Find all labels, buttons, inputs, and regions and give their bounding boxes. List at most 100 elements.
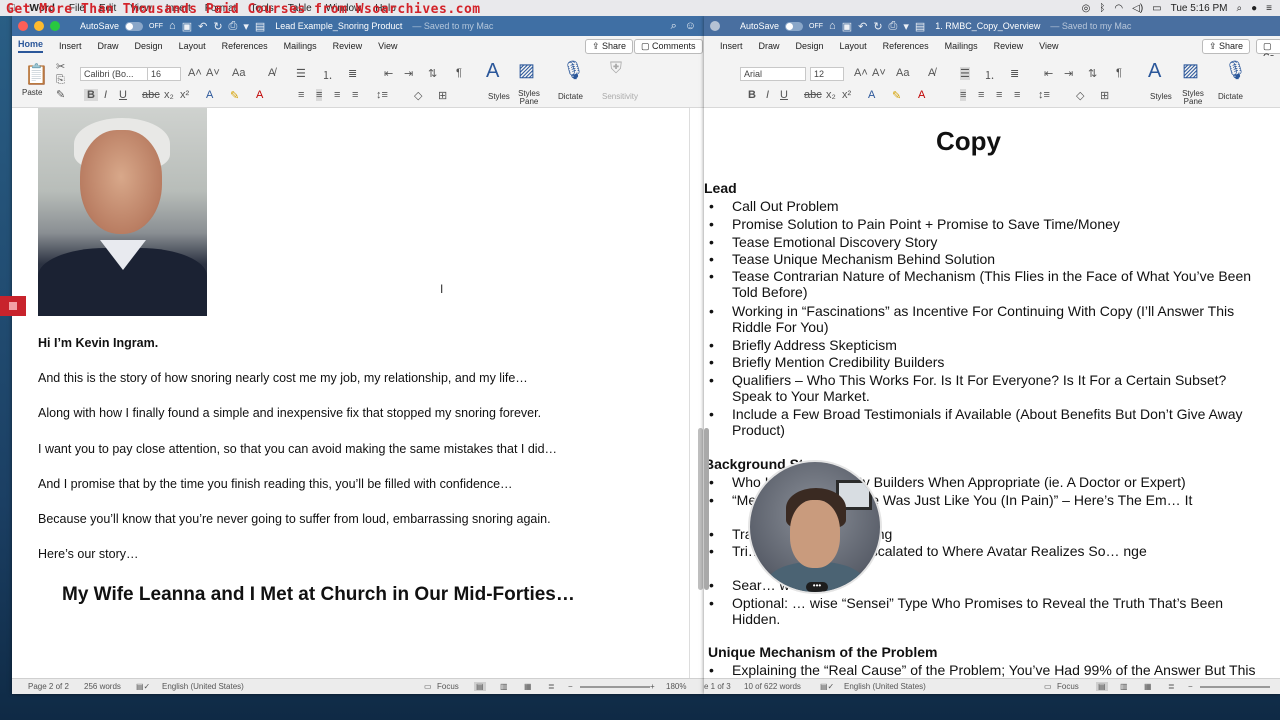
- grow-font-icon[interactable]: A˄: [854, 67, 868, 79]
- draft-view-icon[interactable]: ≣: [548, 682, 555, 691]
- borders-icon[interactable]: ⊞: [438, 89, 447, 102]
- tab-draw[interactable]: Draw: [98, 41, 119, 51]
- font-size-select[interactable]: 12: [810, 67, 844, 81]
- customize-icon[interactable]: ▾: [243, 20, 249, 33]
- zoom-out-icon[interactable]: −: [1188, 682, 1193, 691]
- tab-draw[interactable]: Draw: [759, 41, 780, 51]
- zoom-in-icon[interactable]: +: [650, 682, 655, 691]
- underline-icon[interactable]: U: [119, 89, 127, 101]
- tab-references[interactable]: References: [883, 41, 929, 51]
- styles-icon[interactable]: A: [486, 60, 499, 83]
- strikethrough-icon[interactable]: abc: [142, 89, 160, 101]
- align-right-icon[interactable]: ≡: [996, 89, 1002, 101]
- wifi-icon[interactable]: ◠: [1114, 3, 1123, 14]
- bold-icon[interactable]: B: [84, 89, 98, 101]
- shrink-font-icon[interactable]: A˅: [206, 67, 220, 79]
- sort-icon[interactable]: ⇅: [1088, 67, 1097, 80]
- sort-icon[interactable]: ⇅: [428, 67, 437, 80]
- home-icon[interactable]: ⌂: [829, 20, 836, 32]
- save-icon[interactable]: ▣: [842, 20, 852, 33]
- tab-layout[interactable]: Layout: [840, 41, 867, 51]
- zoom-level[interactable]: 180%: [666, 682, 686, 691]
- proofing-icon[interactable]: ▤✓: [136, 682, 150, 691]
- underline-icon[interactable]: U: [780, 89, 788, 101]
- microphone-icon[interactable]: 🎙: [1224, 60, 1247, 81]
- styles-pane-icon[interactable]: ▨: [1182, 60, 1199, 81]
- copy-icon[interactable]: ⎘: [56, 74, 65, 87]
- borders-icon[interactable]: ⊞: [1100, 89, 1109, 102]
- italic-icon[interactable]: I: [766, 89, 769, 101]
- tab-design[interactable]: Design: [796, 41, 824, 51]
- save-icon[interactable]: ▣: [182, 20, 192, 33]
- subscript-icon[interactable]: x₂: [164, 89, 174, 101]
- web-layout-icon[interactable]: ▥: [500, 682, 508, 691]
- comments-button[interactable]: ▢ Comments: [634, 39, 703, 54]
- search-icon[interactable]: ⌕: [1237, 3, 1243, 14]
- shading-icon[interactable]: ◇: [414, 89, 422, 102]
- tab-mailings[interactable]: Mailings: [284, 41, 317, 51]
- user-icon[interactable]: ●: [1251, 3, 1257, 14]
- close-button[interactable]: [18, 21, 28, 31]
- tab-view[interactable]: View: [378, 41, 397, 51]
- show-marks-icon[interactable]: ¶: [1116, 67, 1122, 79]
- volume-icon[interactable]: ◁): [1132, 3, 1143, 14]
- document-page-overview[interactable]: Copy Lead Call Out Problem Promise Solut…: [704, 124, 1280, 694]
- text-effects-icon[interactable]: A: [206, 89, 213, 101]
- shading-icon[interactable]: ◇: [1076, 89, 1084, 102]
- maximize-button[interactable]: [50, 21, 60, 31]
- vertical-scrollbar[interactable]: [698, 428, 703, 590]
- highlight-icon[interactable]: ✎: [230, 89, 239, 102]
- tab-references[interactable]: References: [222, 41, 268, 51]
- align-left-icon[interactable]: ≡: [298, 89, 304, 101]
- multilevel-list-icon[interactable]: ≣: [1010, 67, 1019, 80]
- comments-button[interactable]: ▢ Co: [1256, 39, 1280, 62]
- document-page-lead[interactable]: I Hi I’m Kevin Ingram. And this is the s…: [12, 108, 690, 678]
- proofing-icon[interactable]: ▤✓: [820, 682, 834, 691]
- bullets-icon[interactable]: ☰: [960, 67, 970, 80]
- tab-layout[interactable]: Layout: [179, 41, 206, 51]
- creative-cloud-icon[interactable]: ◎: [1082, 3, 1091, 14]
- smiley-icon[interactable]: ☺: [685, 20, 696, 33]
- align-right-icon[interactable]: ≡: [334, 89, 340, 101]
- font-color-icon[interactable]: A: [256, 89, 263, 101]
- numbering-icon[interactable]: ⒈: [984, 67, 995, 83]
- font-color-icon[interactable]: A: [918, 89, 925, 101]
- language[interactable]: English (United States): [844, 682, 926, 691]
- cut-icon[interactable]: ✂: [56, 60, 65, 73]
- zoom-slider[interactable]: [580, 686, 650, 688]
- tab-insert[interactable]: Insert: [720, 41, 743, 51]
- text-effects-icon[interactable]: A: [868, 89, 875, 101]
- font-name-select[interactable]: Arial: [740, 67, 806, 81]
- align-center-icon[interactable]: ≡: [316, 89, 323, 101]
- grow-font-icon[interactable]: A˄: [188, 67, 202, 79]
- menu-list-icon[interactable]: ≡: [1266, 3, 1272, 14]
- change-case-icon[interactable]: Aa: [232, 67, 245, 79]
- increase-indent-icon[interactable]: ⇥: [404, 67, 413, 80]
- more-options-icon[interactable]: •••: [806, 582, 828, 592]
- minimize-button[interactable]: [34, 21, 44, 31]
- print-icon[interactable]: ⎙: [229, 20, 238, 33]
- line-spacing-icon[interactable]: ↕≡: [1038, 89, 1050, 101]
- tab-design[interactable]: Design: [135, 41, 163, 51]
- zoom-slider[interactable]: [1200, 686, 1270, 688]
- decrease-indent-icon[interactable]: ⇤: [384, 67, 393, 80]
- inactive-window-dot[interactable]: [710, 21, 720, 31]
- tab-review[interactable]: Review: [994, 41, 1024, 51]
- focus-label[interactable]: Focus: [1057, 682, 1079, 691]
- highlight-icon[interactable]: ✎: [892, 89, 901, 102]
- clear-format-icon[interactable]: A̸: [928, 67, 935, 79]
- customize-icon[interactable]: ▾: [903, 20, 909, 33]
- format-painter-icon[interactable]: ✎: [56, 88, 65, 101]
- focus-icon[interactable]: ▭: [1044, 682, 1052, 691]
- page-count[interactable]: e 1 of 3: [704, 682, 731, 691]
- language[interactable]: English (United States): [162, 682, 244, 691]
- clear-format-icon[interactable]: A̸: [268, 67, 275, 79]
- tab-mailings[interactable]: Mailings: [945, 41, 978, 51]
- print-layout-icon[interactable]: ▤: [474, 682, 486, 691]
- zoom-out-icon[interactable]: −: [568, 682, 573, 691]
- justify-icon[interactable]: ≡: [352, 89, 358, 101]
- outline-view-icon[interactable]: ▦: [1144, 682, 1152, 691]
- align-left-icon[interactable]: ≡: [960, 89, 967, 101]
- tab-view[interactable]: View: [1039, 41, 1058, 51]
- paste-icon[interactable]: 📋: [24, 62, 49, 87]
